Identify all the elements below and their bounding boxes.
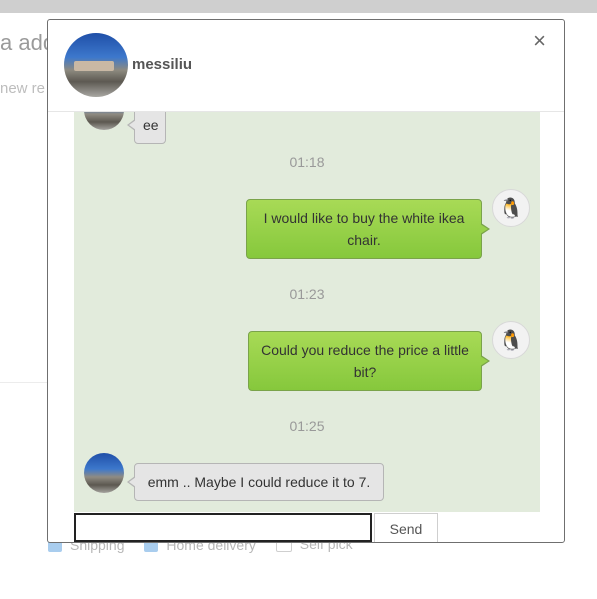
message-list[interactable]: ee 01:18 I would like to buy the white i… (74, 112, 540, 512)
contact-avatar (64, 33, 128, 97)
page-divider (0, 382, 48, 383)
contact-name: messiliu (132, 56, 193, 73)
landscape-avatar-icon (84, 112, 124, 130)
send-button[interactable]: Send (374, 513, 438, 542)
page-subtext: new re (0, 80, 46, 97)
chat-modal: messiliu × ee 01:18 I would like to buy … (47, 19, 565, 543)
received-message-bubble: emm .. Maybe I could reduce it to 7. (127, 463, 384, 501)
message-input[interactable] (74, 513, 372, 542)
sent-message-bubble: Could you reduce the price a little bit? (248, 331, 490, 391)
received-message-bubble: ee (127, 112, 166, 144)
message-timestamp: 01:18 (289, 154, 325, 170)
penguin-avatar-icon: 🐧 (492, 321, 530, 359)
chat-header: messiliu × (48, 20, 564, 112)
message-timestamp: 01:23 (289, 286, 325, 302)
message-timestamp: 01:25 (289, 418, 325, 434)
sent-message-bubble: I would like to buy the white ikea chair… (246, 199, 490, 259)
close-icon[interactable]: × (533, 29, 546, 53)
penguin-avatar-icon: 🐧 (492, 189, 530, 227)
page-top-bar (0, 0, 597, 13)
landscape-avatar-icon (84, 453, 124, 493)
